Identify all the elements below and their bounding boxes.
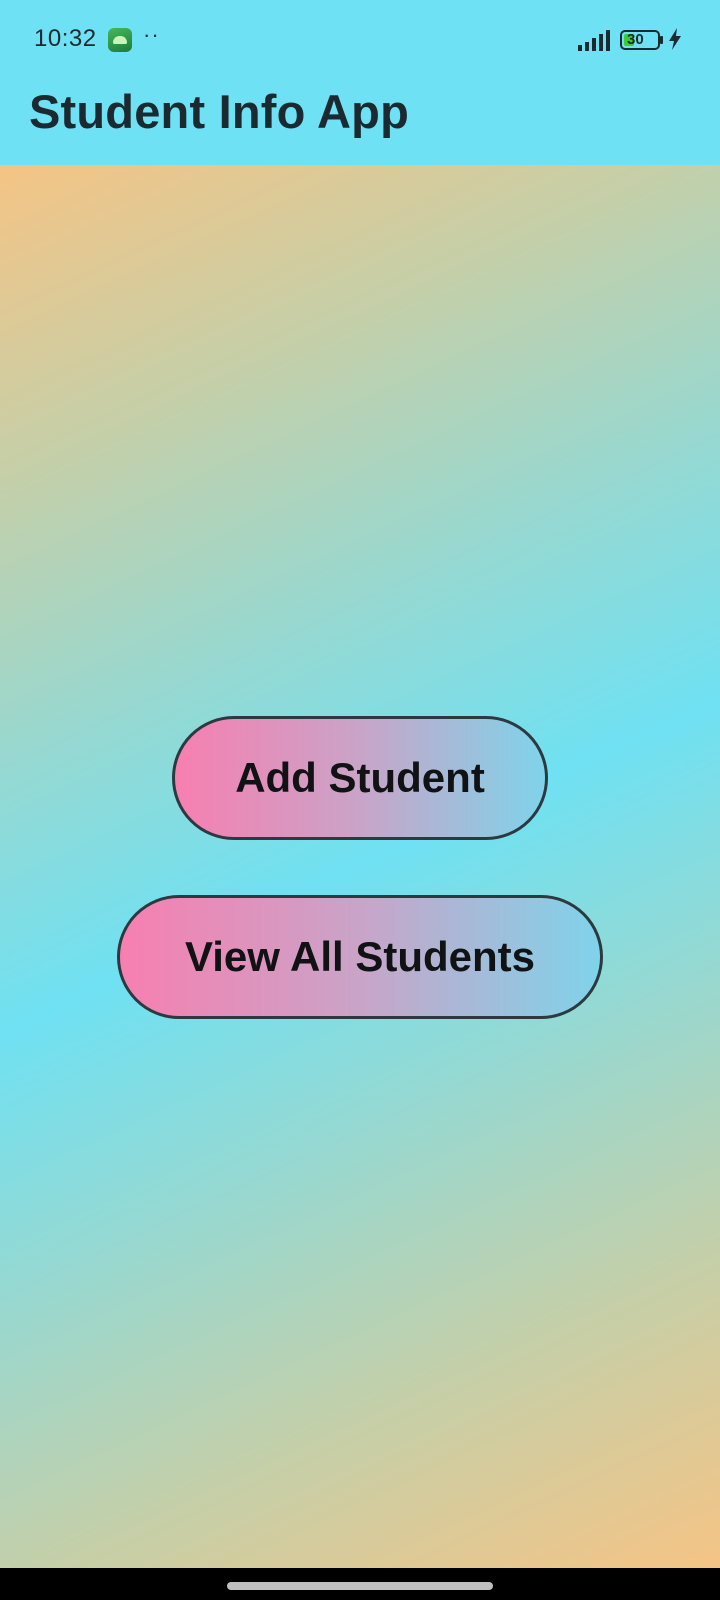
main-content [0, 165, 720, 1568]
add-student-button[interactable]: Add Student [172, 716, 548, 840]
page-title: Student Info App [29, 85, 409, 138]
app-screen: 10:32 ·· 30 Student Info App Add Student… [0, 0, 720, 1568]
charging-icon [669, 28, 681, 50]
app-notification-icon [108, 28, 132, 52]
battery-level: 30 [627, 31, 644, 48]
home-indicator[interactable] [227, 1582, 493, 1590]
signal-icon [578, 30, 610, 51]
status-bar: 10:32 ·· 30 [0, 0, 720, 80]
more-notifications-icon: ·· [143, 22, 160, 47]
view-all-students-button[interactable]: View All Students [117, 895, 603, 1019]
status-time: 10:32 [34, 25, 97, 52]
top-area: 10:32 ·· 30 Student Info App [0, 0, 720, 165]
